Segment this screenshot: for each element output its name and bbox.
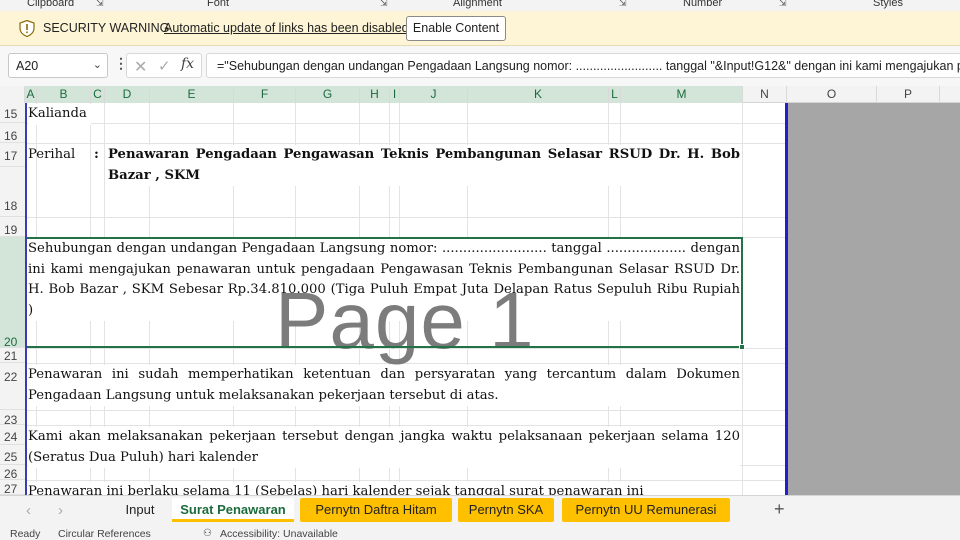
worksheet-grid[interactable]: Kalianda Perihal : Penawaran Pengadaan P… (25, 103, 787, 495)
row-header-22[interactable]: 22 (0, 363, 25, 410)
chevron-down-icon[interactable]: ⌄ (93, 58, 102, 71)
page-break-left (25, 103, 27, 495)
column-header-h[interactable]: H (360, 86, 390, 103)
ribbon-group-clipboard: Clipboard (27, 0, 75, 9)
row-header-24[interactable]: 24 (0, 425, 25, 445)
formula-text: ="Sehubungan dengan undangan Pengadaan L… (217, 59, 960, 73)
row-header-17[interactable]: 17 (0, 143, 25, 167)
column-header-e[interactable]: E (150, 86, 234, 103)
ribbon-group-styles: Styles (873, 0, 903, 9)
status-bar: Ready Circular References ⚇ Accessibilit… (0, 525, 960, 540)
column-header-c[interactable]: C (91, 86, 105, 103)
ribbon-group-alignment: Alignment (453, 0, 502, 9)
cancel-icon[interactable]: ✕ (134, 57, 147, 77)
sheet-tab-bar: ‹ › Input Surat Penawaran Pernytn Daftra… (0, 495, 960, 525)
number-launcher-icon[interactable]: ⇲ (779, 0, 787, 9)
column-header-d[interactable]: D (105, 86, 150, 103)
enable-content-button[interactable]: Enable Content (406, 16, 506, 41)
row-header-23[interactable]: 23 (0, 410, 25, 427)
column-header-n[interactable]: N (743, 86, 787, 103)
formula-input[interactable]: ="Sehubungan dengan undangan Pengadaan L… (206, 53, 960, 78)
row-header-16[interactable]: 16 (0, 123, 25, 143)
row-header-18[interactable]: 18 (0, 167, 25, 217)
cell-a15[interactable]: Kalianda (28, 104, 91, 125)
column-header-l[interactable]: L (609, 86, 621, 103)
cell-a28[interactable]: Penawaran ini berlaku selama 11 (Sebelas… (28, 482, 644, 495)
column-header-p[interactable]: P (877, 86, 940, 103)
gridline (25, 480, 787, 481)
select-all-corner[interactable] (0, 86, 25, 103)
tab-pernytn-ska[interactable]: Pernytn SKA (458, 498, 554, 522)
row-header-27[interactable]: 27 (0, 480, 25, 496)
formula-bar-row: A20 ⌄ ⋮ ✕ ✓ fx ="Sehubungan dengan undan… (0, 46, 960, 86)
column-header-f[interactable]: F (234, 86, 296, 103)
ribbon-group-labels: Clipboard ⇲ Font ⇲ Alignment ⇲ Number ⇲ … (0, 0, 960, 11)
security-warning-title: SECURITY WARNING (43, 21, 170, 35)
gridline (25, 143, 787, 144)
cell-a17[interactable]: Perihal (28, 145, 75, 166)
check-icon[interactable]: ✓ (158, 57, 171, 75)
gridline (25, 217, 787, 218)
gridline (25, 410, 787, 411)
row-headers: 15 16 17 18 19 20 21 22 23 24 25 26 27 (0, 103, 25, 496)
fill-handle[interactable] (739, 344, 745, 350)
row-header-25[interactable]: 25 (0, 445, 25, 465)
scroll-left-icon[interactable]: ‹ (26, 502, 31, 519)
accessibility-icon: ⚇ (203, 528, 212, 539)
row-header-26[interactable]: 26 (0, 465, 25, 481)
column-header-g[interactable]: G (296, 86, 360, 103)
add-sheet-icon[interactable]: + (774, 499, 785, 520)
status-accessibility[interactable]: Accessibility: Unavailable (220, 528, 338, 540)
scroll-right-icon[interactable]: › (58, 502, 63, 519)
insert-function-icon[interactable]: fx (181, 56, 194, 72)
column-headers: A B C D E F G H I J K L M N O P (0, 86, 960, 103)
gridline (25, 425, 787, 426)
row-header-19[interactable]: 19 (0, 217, 25, 237)
ribbon-group-font: Font (207, 0, 230, 9)
font-launcher-icon[interactable]: ⇲ (380, 0, 388, 9)
status-ready: Ready (10, 528, 41, 540)
cell-a22[interactable]: Penawaran ini sudah memperhatikan ketent… (28, 365, 740, 406)
tab-pernytn-daftra-hitam[interactable]: Pernytn Daftra Hitam (300, 498, 452, 522)
name-box[interactable]: A20 ⌄ (8, 53, 108, 78)
active-cell-border (25, 237, 743, 348)
links-disabled-link[interactable]: Automatic update of links has been disab… (164, 21, 409, 35)
outside-print-area (787, 103, 960, 495)
alignment-launcher-icon[interactable]: ⇲ (619, 0, 627, 9)
tab-surat-penawaran[interactable]: Surat Penawaran (172, 498, 294, 522)
row-header-15[interactable]: 15 (0, 103, 25, 123)
gridline (25, 123, 787, 124)
cell-d17[interactable]: Penawaran Pengadaan Pengawasan Teknis Pe… (108, 145, 740, 186)
column-header-k[interactable]: K (468, 86, 609, 103)
ribbon-group-number: Number (683, 0, 723, 9)
row-header-21[interactable]: 21 (0, 348, 25, 363)
clipboard-launcher-icon[interactable]: ⇲ (96, 0, 104, 9)
tab-input[interactable]: Input (112, 498, 168, 522)
security-warning-bar: SECURITY WARNING Automatic update of lin… (0, 11, 960, 46)
column-header-j[interactable]: J (400, 86, 468, 103)
page-break-line[interactable] (785, 103, 788, 495)
shield-warning-icon (19, 20, 35, 37)
name-box-value: A20 (16, 59, 39, 73)
column-header-a[interactable]: A (25, 86, 37, 103)
status-circular-references[interactable]: Circular References (58, 528, 151, 540)
cell-c17[interactable]: : (94, 145, 99, 166)
tab-pernytn-uu-remunerasi[interactable]: Pernytn UU Remunerasi (562, 498, 730, 522)
row-header-20[interactable]: 20 (0, 237, 25, 349)
column-header-b[interactable]: B (37, 86, 91, 103)
column-header-m[interactable]: M (621, 86, 743, 103)
column-header-i[interactable]: I (390, 86, 400, 103)
column-header-o[interactable]: O (787, 86, 877, 103)
cell-a25[interactable]: Kami akan melaksanakan pekerjaan tersebu… (28, 427, 740, 468)
